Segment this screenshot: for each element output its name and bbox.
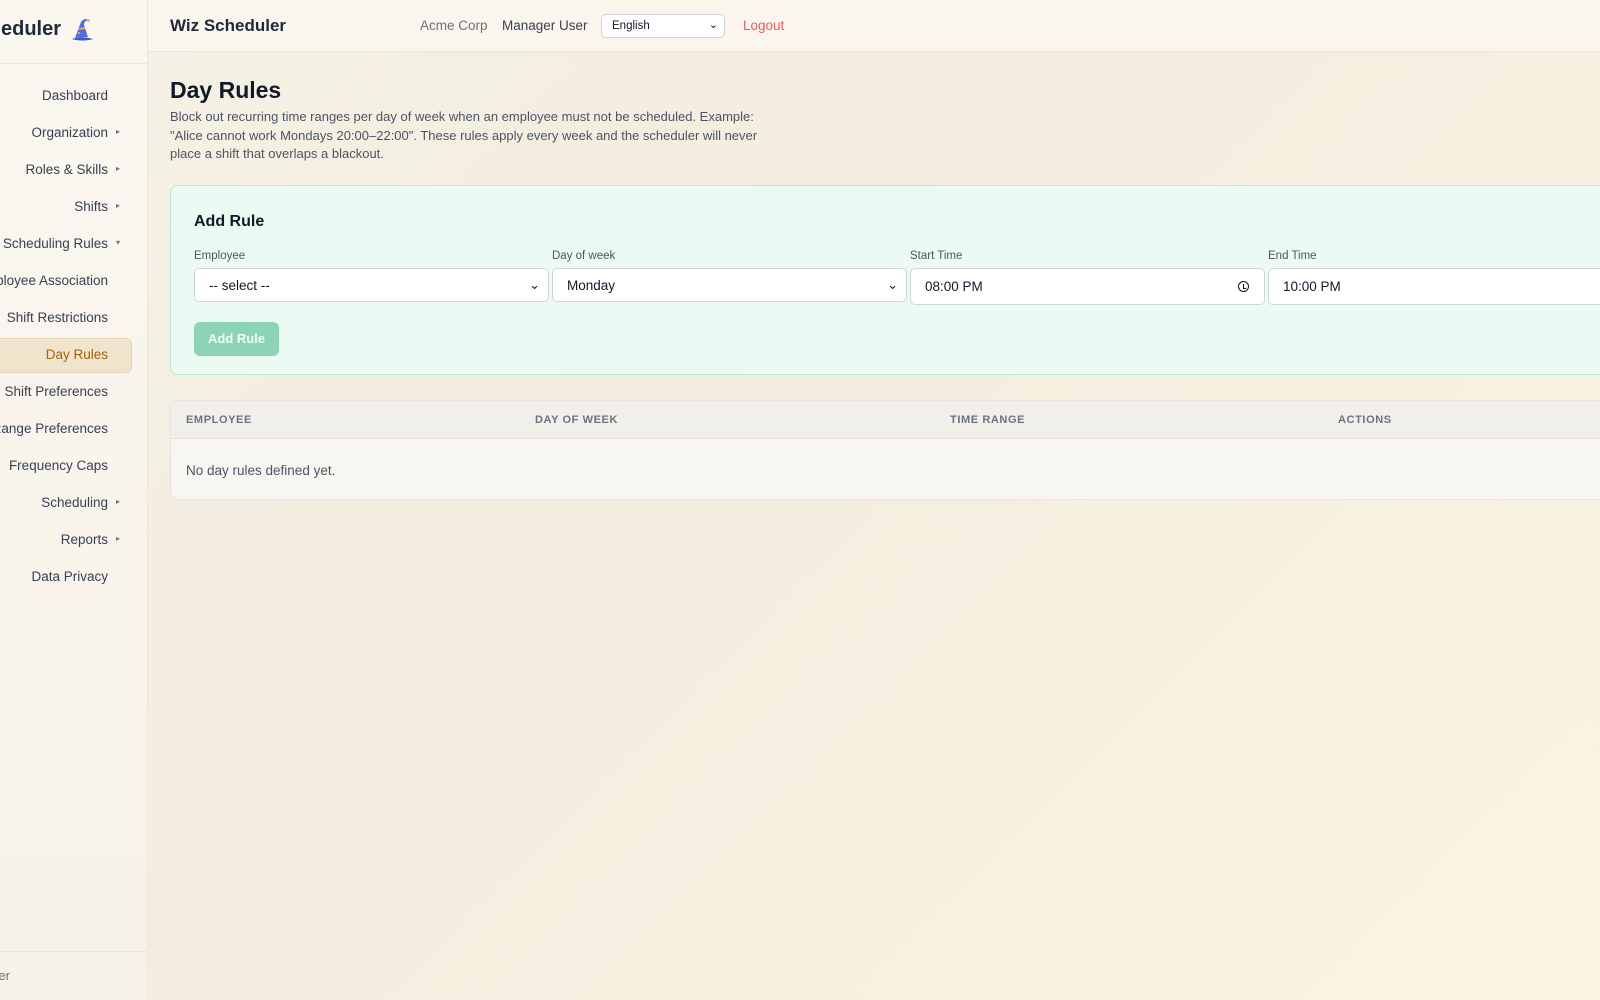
add-rule-card: Add Rule Employee -- select -- ⌄ Day of …: [170, 185, 1600, 375]
start-time-label: Start Time: [910, 250, 963, 262]
sidebar-item-dashboard[interactable]: Dashboard: [0, 78, 147, 115]
table-header: EMPLOYEE DAY OF WEEK TIME RANGE ACTIONS: [171, 401, 1600, 439]
sidebar-footer-label: Manager: [0, 968, 10, 983]
sidebar-item-label: Time Range Preferences: [0, 421, 108, 436]
column-header-time-range[interactable]: TIME RANGE: [950, 414, 1025, 426]
sidebar-item-shifts[interactable]: Shifts ▸: [0, 189, 147, 226]
column-header-actions: ACTIONS: [1338, 414, 1392, 426]
day-of-week-field: Day of week Monday ⌄: [552, 250, 907, 302]
sidebar-footer: Manager: [0, 951, 147, 1000]
sidebar-item-label: Frequency Caps: [8, 458, 108, 473]
chevron-down-icon: ⌄: [887, 277, 898, 292]
top-bar: Wiz Scheduler Acme Corp Manager User Eng…: [148, 0, 1600, 52]
add-rule-button[interactable]: Add Rule: [194, 322, 279, 356]
sidebar-item-label: Organization: [31, 125, 108, 140]
employee-label: Employee: [194, 250, 246, 262]
day-rules-table: EMPLOYEE DAY OF WEEK TIME RANGE ACTIONS …: [170, 400, 1600, 500]
caret-right-icon: ▸: [116, 164, 121, 173]
employee-field: Employee -- select -- ⌄: [194, 250, 549, 302]
add-rule-title: Add Rule: [194, 213, 265, 230]
column-header-employee[interactable]: EMPLOYEE: [186, 414, 252, 426]
sidebar-item-shift-preferences[interactable]: Shift Preferences: [0, 374, 147, 411]
logout-link[interactable]: Logout: [743, 18, 784, 33]
sidebar-item-label: Data Privacy: [31, 569, 108, 584]
sidebar-item-data-privacy[interactable]: Data Privacy: [0, 559, 147, 596]
employee-select[interactable]: -- select -- ⌄: [194, 268, 549, 302]
chevron-down-icon: ⌄: [529, 277, 540, 292]
chevron-down-icon: ⌄: [708, 19, 718, 31]
end-time-label: End Time: [1268, 250, 1317, 262]
sidebar-item-label: Scheduling: [41, 495, 108, 510]
sidebar-item-roles-skills[interactable]: Roles & Skills ▸: [0, 152, 147, 189]
caret-right-icon: ▸: [116, 497, 121, 506]
end-time-field: End Time 10:00 PM: [1268, 250, 1600, 305]
caret-right-icon: ▸: [116, 201, 121, 210]
day-of-week-select[interactable]: Monday ⌄: [552, 268, 907, 302]
sidebar-item-label: Day Rules: [45, 347, 108, 362]
language-select[interactable]: English ⌄: [601, 14, 725, 38]
sidebar-item-shift-restrictions[interactable]: Shift Restrictions: [0, 300, 147, 337]
column-header-day-of-week[interactable]: DAY OF WEEK: [535, 414, 618, 426]
caret-right-icon: ▸: [116, 534, 121, 543]
page-title: Day Rules: [170, 77, 282, 103]
company-name: Acme Corp: [420, 18, 488, 33]
caret-down-icon: ▾: [116, 238, 121, 247]
sidebar-item-label: Reports: [60, 532, 108, 547]
sidebar-item-label: Shift Preferences: [4, 384, 108, 399]
sidebar-item-reports[interactable]: Reports ▸: [0, 522, 147, 559]
sidebar-item-label: Shift Restrictions: [6, 310, 108, 325]
sidebar-item-day-rules[interactable]: Day Rules: [0, 337, 147, 374]
sidebar-item-scheduling-rules[interactable]: Scheduling Rules ▾: [0, 226, 147, 263]
start-time-value: 08:00 PM: [925, 279, 983, 294]
brand[interactable]: Wiz Scheduler: [0, 0, 147, 64]
day-of-week-select-value: Monday: [567, 278, 616, 293]
end-time-input[interactable]: 10:00 PM: [1268, 268, 1600, 305]
end-time-value: 10:00 PM: [1283, 279, 1341, 294]
user-name: Manager User: [502, 18, 588, 33]
wizard-hat-icon: [72, 18, 93, 41]
sidebar-item-label: Employee Association: [0, 273, 108, 288]
sidebar-item-organization[interactable]: Organization ▸: [0, 115, 147, 152]
start-time-field: Start Time 08:00 PM: [910, 250, 1265, 305]
sidebar-item-label: Dashboard: [41, 88, 108, 103]
language-select-value: English: [612, 20, 650, 32]
sidebar-item-scheduling[interactable]: Scheduling ▸: [0, 485, 147, 522]
app-title: Wiz Scheduler: [170, 16, 287, 35]
clock-icon[interactable]: [1238, 281, 1249, 292]
empty-state-message: No day rules defined yet.: [186, 463, 336, 478]
sidebar-item-frequency-caps[interactable]: Frequency Caps: [0, 448, 147, 485]
sidebar-nav: Dashboard Organization ▸ Roles & Skills ▸ …: [0, 78, 147, 596]
page-description: Block out recurring time ranges per day …: [170, 109, 758, 161]
sidebar-item-label: Roles & Skills: [25, 162, 108, 177]
sidebar-item-label: Shifts: [74, 199, 108, 214]
brand-name: Wiz Scheduler: [0, 18, 61, 40]
sidebar: Wiz Scheduler Dashboard Organization ▸ Ro…: [0, 0, 148, 1000]
start-time-input[interactable]: 08:00 PM: [910, 268, 1265, 305]
sidebar-item-time-range-preferences[interactable]: Time Range Preferences: [0, 411, 147, 448]
employee-select-value: -- select --: [209, 278, 270, 293]
caret-right-icon: ▸: [116, 127, 121, 136]
sidebar-item-employee-association[interactable]: Employee Association: [0, 263, 147, 300]
sidebar-item-label: Scheduling Rules: [2, 236, 108, 251]
day-of-week-label: Day of week: [552, 250, 616, 262]
